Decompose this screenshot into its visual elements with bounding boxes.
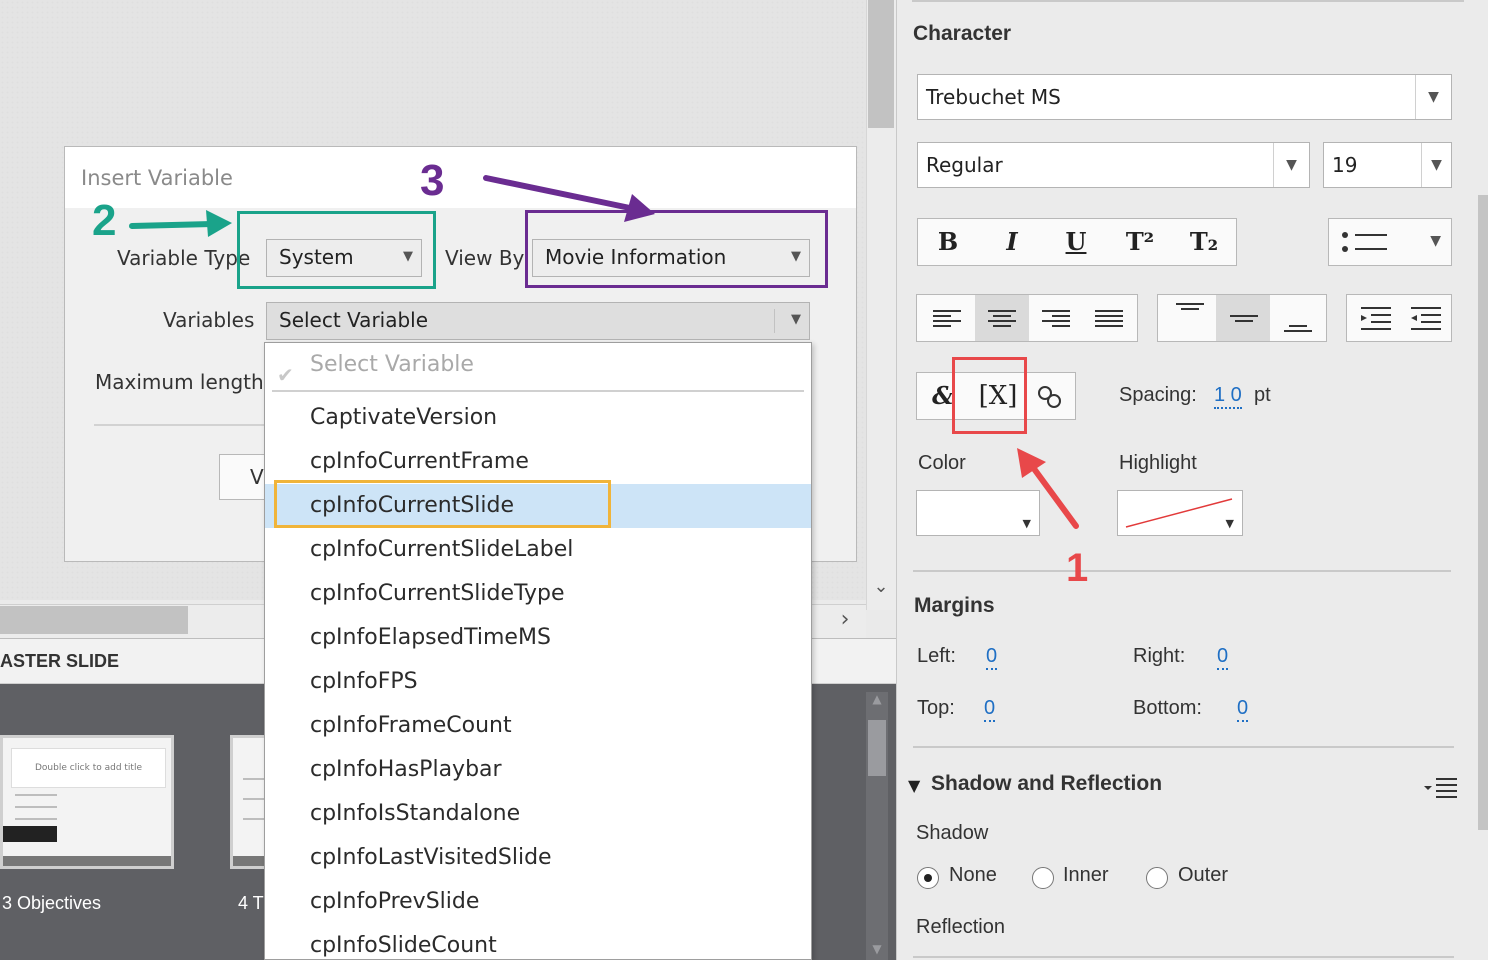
red-arrow xyxy=(1017,448,1079,529)
annotation-number-2: 2 xyxy=(92,196,117,245)
annotation-arrows xyxy=(129,175,1079,529)
annotation-number-3: 3 xyxy=(420,156,445,205)
green-arrow xyxy=(129,210,232,237)
purple-arrow xyxy=(483,175,655,222)
annotation-number-1: 1 xyxy=(1066,546,1089,590)
